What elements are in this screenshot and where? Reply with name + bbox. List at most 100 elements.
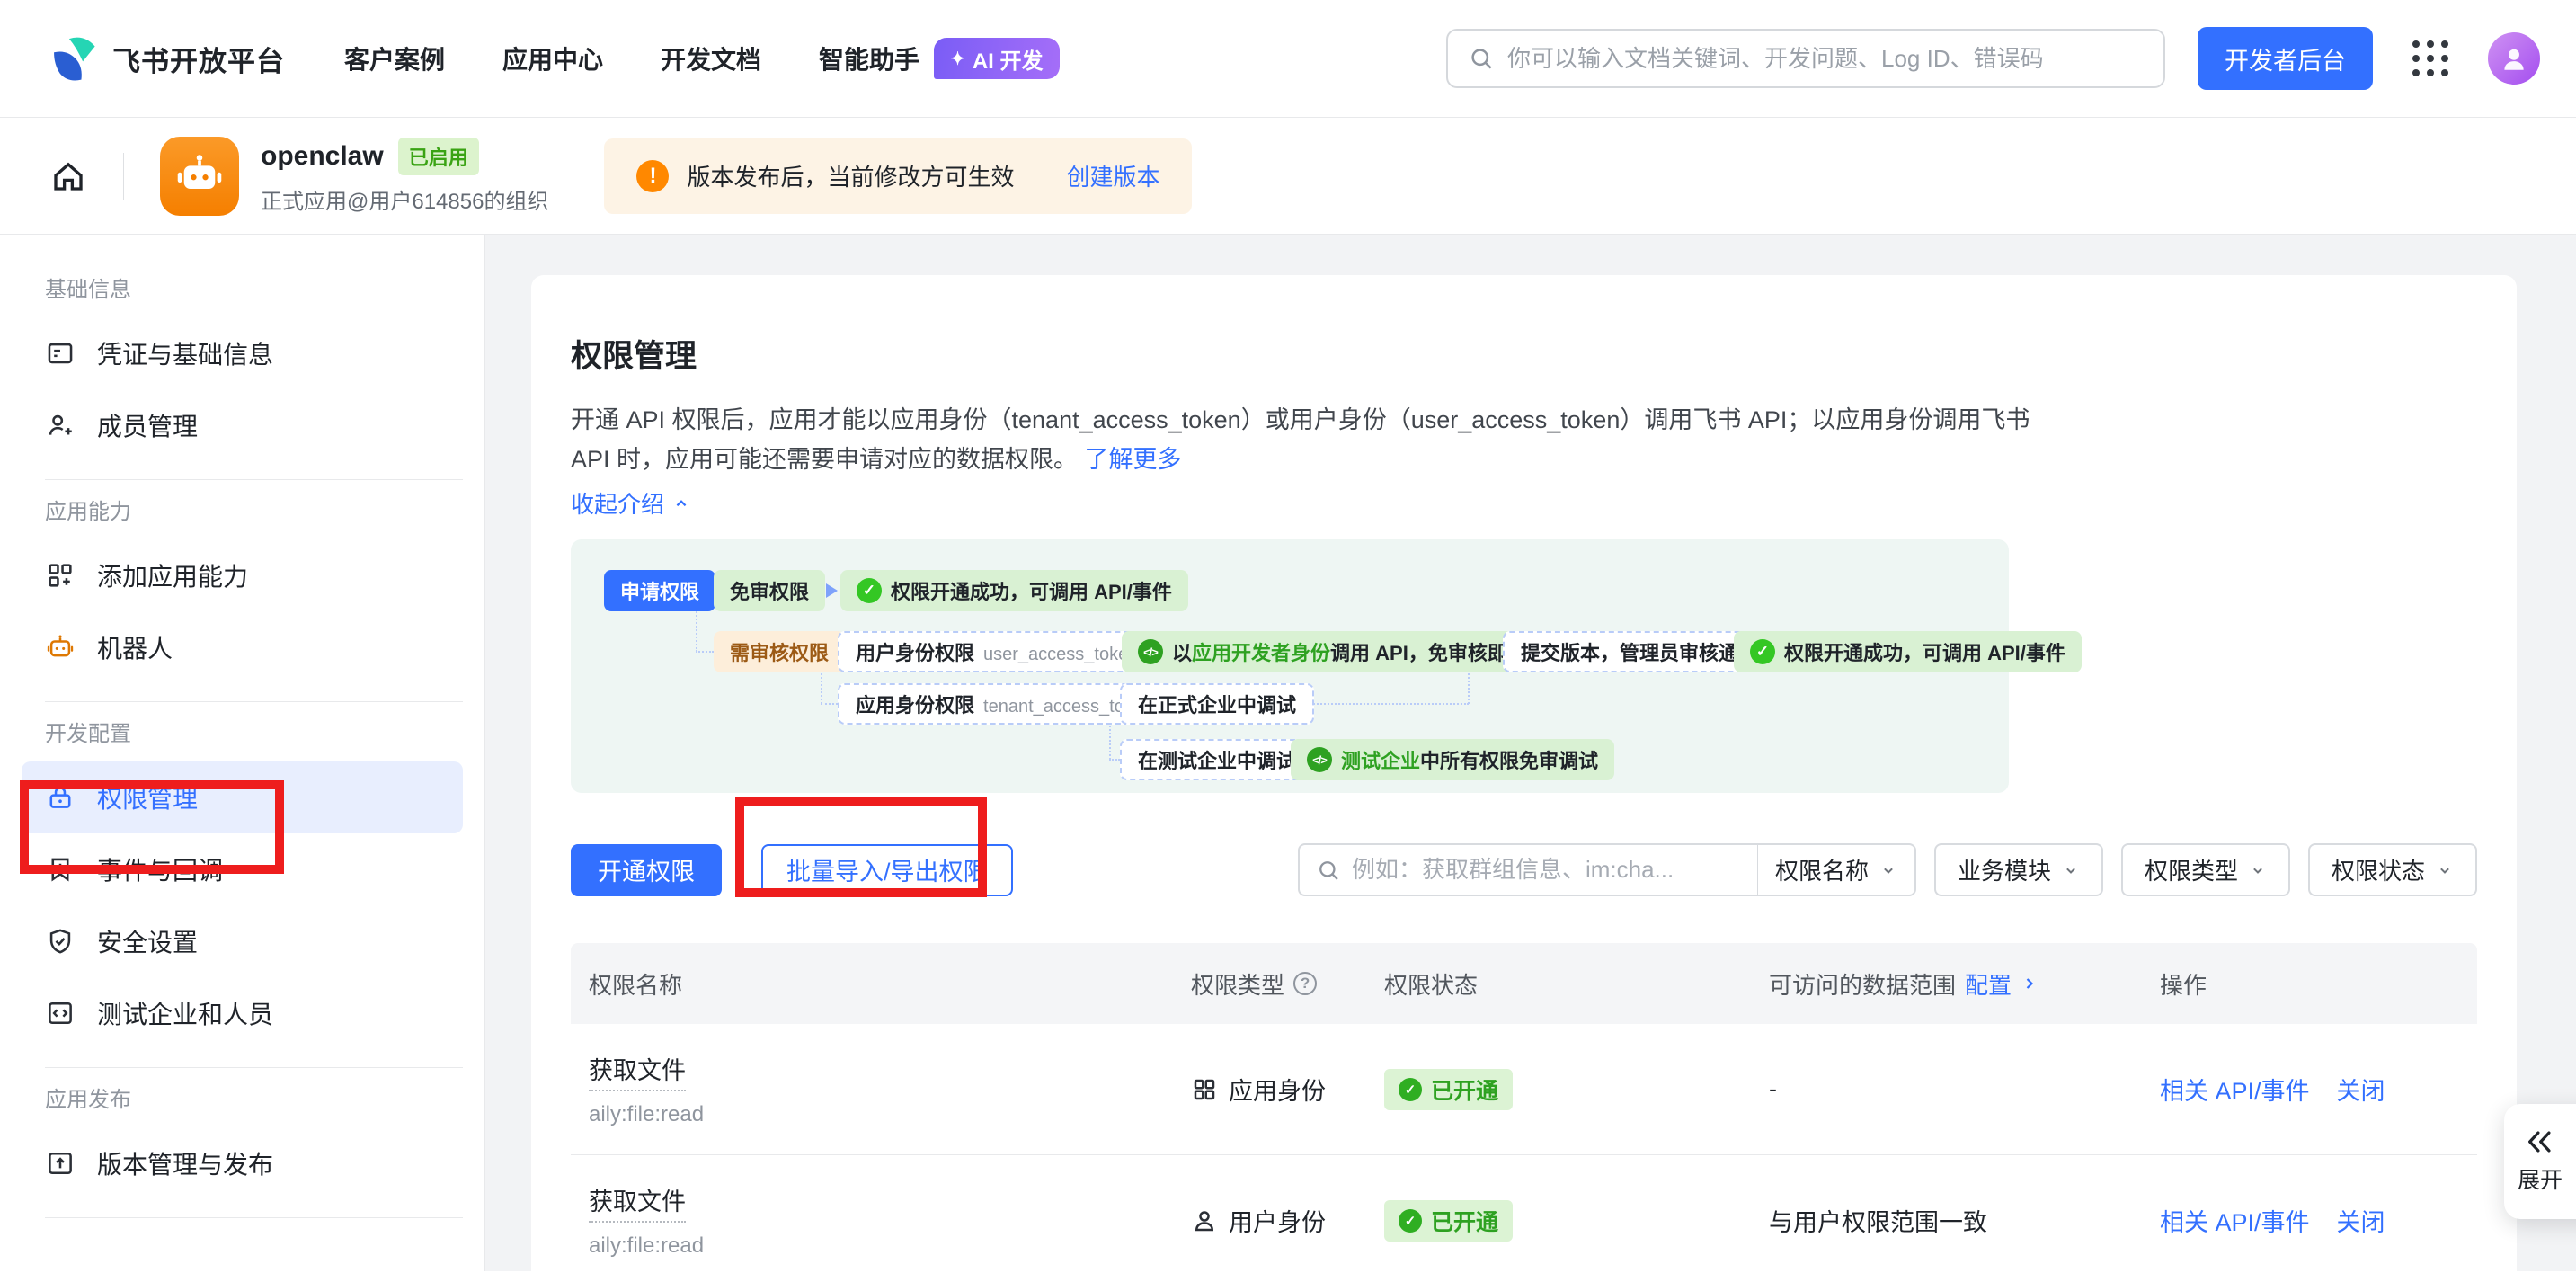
permission-search-input[interactable] xyxy=(1352,856,1741,884)
check-icon: ✓ xyxy=(1399,1209,1422,1233)
flow-node-success-1: ✓ 权限开通成功，可调用 API/事件 xyxy=(840,570,1188,611)
sidebar-item-members[interactable]: 成员管理 xyxy=(0,389,484,461)
cell-data-scope: - xyxy=(1751,1075,2142,1103)
table-row: 获取文件 aily:file:read 应用身份 ✓ 已开通 xyxy=(571,1024,2477,1155)
permissions-table: 权限名称 权限类型 ? 权限状态 可访问的数据范围 配置 操作 获取文件 xyxy=(571,943,2477,1282)
flow-node-formal-debug: 在正式企业中调试 xyxy=(1120,683,1314,725)
nav-item-app-center[interactable]: 应用中心 xyxy=(502,40,603,76)
batch-import-export-button[interactable]: 批量导入/导出权限 xyxy=(761,844,1013,896)
flow-node-need-review: 需审核权限 xyxy=(714,631,845,672)
search-icon xyxy=(1468,45,1495,72)
flow-arrow-icon xyxy=(826,583,838,598)
bookmark-add-icon xyxy=(45,854,76,885)
chevron-down-icon xyxy=(2062,861,2080,879)
filter-permission-status[interactable]: 权限状态 xyxy=(2308,843,2477,896)
related-api-link[interactable]: 相关 API/事件 xyxy=(2160,1203,2310,1238)
check-icon: ✓ xyxy=(1750,639,1775,664)
developer-console-button[interactable]: 开发者后台 xyxy=(2198,27,2373,90)
filter-permission-name[interactable]: 权限名称 xyxy=(1758,853,1914,886)
learn-more-link[interactable]: 了解更多 xyxy=(1085,446,1182,473)
table-header: 权限名称 权限类型 ? 权限状态 可访问的数据范围 配置 操作 xyxy=(571,943,2477,1024)
cell-permission-status: ✓ 已开通 xyxy=(1366,1069,1751,1110)
cell-permission-name: 获取文件 aily:file:read xyxy=(571,1051,1173,1127)
sidebar-item-version-release[interactable]: 版本管理与发布 xyxy=(0,1127,484,1199)
related-api-link[interactable]: 相关 API/事件 xyxy=(2160,1072,2310,1107)
shield-check-icon xyxy=(45,926,76,957)
help-icon[interactable]: ? xyxy=(1293,972,1317,995)
global-search-input[interactable] xyxy=(1507,45,2144,73)
sidebar-item-add-capability[interactable]: 添加应用能力 xyxy=(0,539,484,611)
scope-config-link[interactable]: 配置 xyxy=(1965,967,2012,1001)
logo-text: 飞书开放平台 xyxy=(112,39,285,79)
divider xyxy=(45,1217,463,1218)
permissions-card: 权限管理 开通 API 权限后，应用才能以应用身份（tenant_access_… xyxy=(531,275,2517,1282)
expand-panel-button[interactable]: 展开 xyxy=(2504,1104,2576,1219)
api-debug-icon: </> xyxy=(1138,639,1163,664)
table-row: 获取文件 aily:file:read 用户身份 ✓ 已开通 xyxy=(571,1155,2477,1282)
sidebar-section-basic: 基础信息 xyxy=(45,276,484,305)
home-icon[interactable] xyxy=(49,157,87,195)
sidebar: 基础信息 凭证与基础信息 成员管理 应用能力 添加应用能力 xyxy=(0,235,485,1271)
sidebar-item-test-enterprise[interactable]: 测试企业和人员 xyxy=(0,977,484,1049)
chevron-up-icon xyxy=(671,494,691,513)
create-version-link[interactable]: 创建版本 xyxy=(1066,159,1159,192)
page-description: 开通 API 权限后，应用才能以应用身份（tenant_access_token… xyxy=(571,400,2036,479)
ai-dev-badge[interactable]: ✦ AI 开发 xyxy=(934,38,1059,79)
col-permission-name: 权限名称 xyxy=(571,967,1173,1001)
close-permission-link[interactable]: 关闭 xyxy=(2337,1203,2385,1238)
cell-permission-status: ✓ 已开通 xyxy=(1366,1200,1751,1242)
col-permission-status: 权限状态 xyxy=(1366,967,1751,1001)
open-permission-button[interactable]: 开通权限 xyxy=(571,844,722,896)
nav-item-cases[interactable]: 客户案例 xyxy=(344,40,445,76)
cell-permission-type: 应用身份 xyxy=(1173,1072,1366,1107)
global-search-box[interactable] xyxy=(1446,29,2165,88)
sidebar-item-security[interactable]: 安全设置 xyxy=(0,905,484,977)
filter-business-module[interactable]: 业务模块 xyxy=(1934,843,2103,896)
flow-node-no-review: 免审权限 xyxy=(714,570,825,611)
divider xyxy=(45,479,463,480)
user-avatar[interactable] xyxy=(2488,32,2540,85)
collapse-intro-link[interactable]: 收起介绍 xyxy=(571,486,691,520)
app-meta: openclaw 已启用 正式应用@用户614856的组织 xyxy=(261,138,548,215)
grid-add-icon xyxy=(45,560,76,591)
cell-permission-type: 用户身份 xyxy=(1173,1203,1366,1238)
search-icon xyxy=(1316,858,1341,883)
flow-connector xyxy=(1109,759,1120,761)
permissions-toolbar: 开通权限 批量导入/导出权限 权限名称 xyxy=(571,843,2477,896)
sparkle-icon: ✦ xyxy=(950,48,965,70)
flow-connector xyxy=(696,651,714,653)
apps-grid-icon[interactable] xyxy=(2412,40,2448,76)
feishu-logo[interactable]: 飞书开放平台 xyxy=(49,34,285,83)
nav-item-docs[interactable]: 开发文档 xyxy=(661,40,761,76)
code-icon xyxy=(45,998,76,1028)
nav-item-assistant[interactable]: 智能助手 xyxy=(819,40,919,76)
sidebar-item-permissions[interactable]: 权限管理 xyxy=(22,761,463,833)
divider xyxy=(45,701,463,702)
status-badge: ✓ 已开通 xyxy=(1384,1069,1513,1110)
sidebar-section-release: 应用发布 xyxy=(45,1086,484,1115)
permission-search-box: 权限名称 xyxy=(1298,843,1916,896)
sidebar-item-bot[interactable]: 机器人 xyxy=(0,611,484,683)
page-title: 权限管理 xyxy=(571,331,2477,377)
sidebar-item-label: 机器人 xyxy=(97,629,173,665)
sidebar-item-credentials[interactable]: 凭证与基础信息 xyxy=(0,317,484,389)
sidebar-item-label: 安全设置 xyxy=(97,923,198,959)
filter-permission-type[interactable]: 权限类型 xyxy=(2121,843,2290,896)
robot-icon xyxy=(45,632,76,663)
lock-icon xyxy=(45,782,76,813)
cell-data-scope: 与用户权限范围一致 xyxy=(1751,1203,2142,1238)
warning-icon: ! xyxy=(636,160,669,192)
app-org-line: 正式应用@用户614856的组织 xyxy=(261,183,548,215)
app-icon-robot xyxy=(160,137,239,216)
sidebar-section-dev-config: 开发配置 xyxy=(45,720,484,749)
chevron-down-icon xyxy=(2249,861,2267,879)
sidebar-section-capability: 应用能力 xyxy=(45,498,484,527)
chevron-down-icon xyxy=(1879,861,1897,879)
sidebar-item-label: 事件与回调 xyxy=(97,851,223,887)
permission-flow-diagram: 申请权限 免审权限 ✓ 权限开通成功，可调用 API/事件 需审核权限 用户身份… xyxy=(571,539,2009,793)
app-name: openclaw xyxy=(261,141,384,172)
sidebar-item-events[interactable]: 事件与回调 xyxy=(0,833,484,905)
close-permission-link[interactable]: 关闭 xyxy=(2337,1072,2385,1107)
col-permission-type: 权限类型 ? xyxy=(1173,967,1366,1001)
chevron-right-icon xyxy=(2021,975,2039,993)
